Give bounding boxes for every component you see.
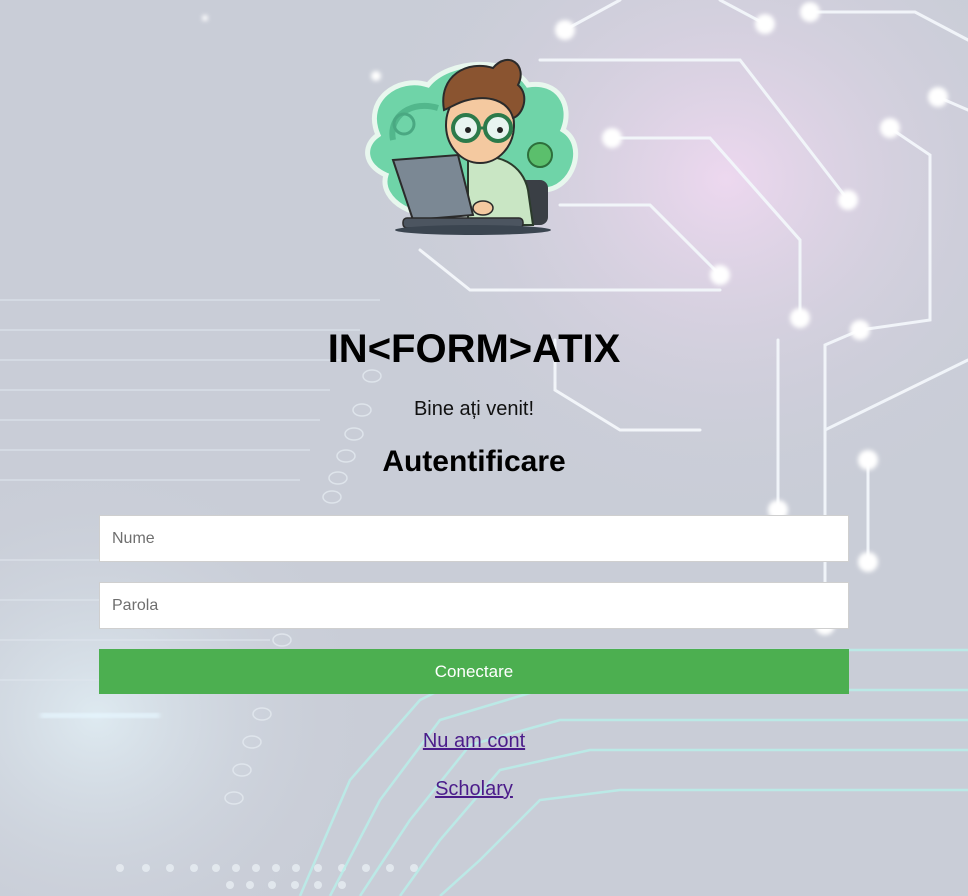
login-heading: Autentificare [382, 445, 566, 478]
welcome-message: Bine ați venit! [413, 398, 535, 420]
scholary-link[interactable]: Scholary [0, 777, 948, 801]
app-title: IN<FORM>ATIX [327, 327, 621, 371]
login-page: IN<FORM>ATIX Bine ați venit! Autentifica… [0, 0, 968, 896]
username-input[interactable] [99, 515, 849, 562]
register-link[interactable]: Nu am cont [0, 729, 948, 753]
password-input[interactable] [99, 582, 849, 629]
programmer-mascot-logo [365, 58, 579, 235]
login-button[interactable]: Conectare [99, 649, 849, 694]
